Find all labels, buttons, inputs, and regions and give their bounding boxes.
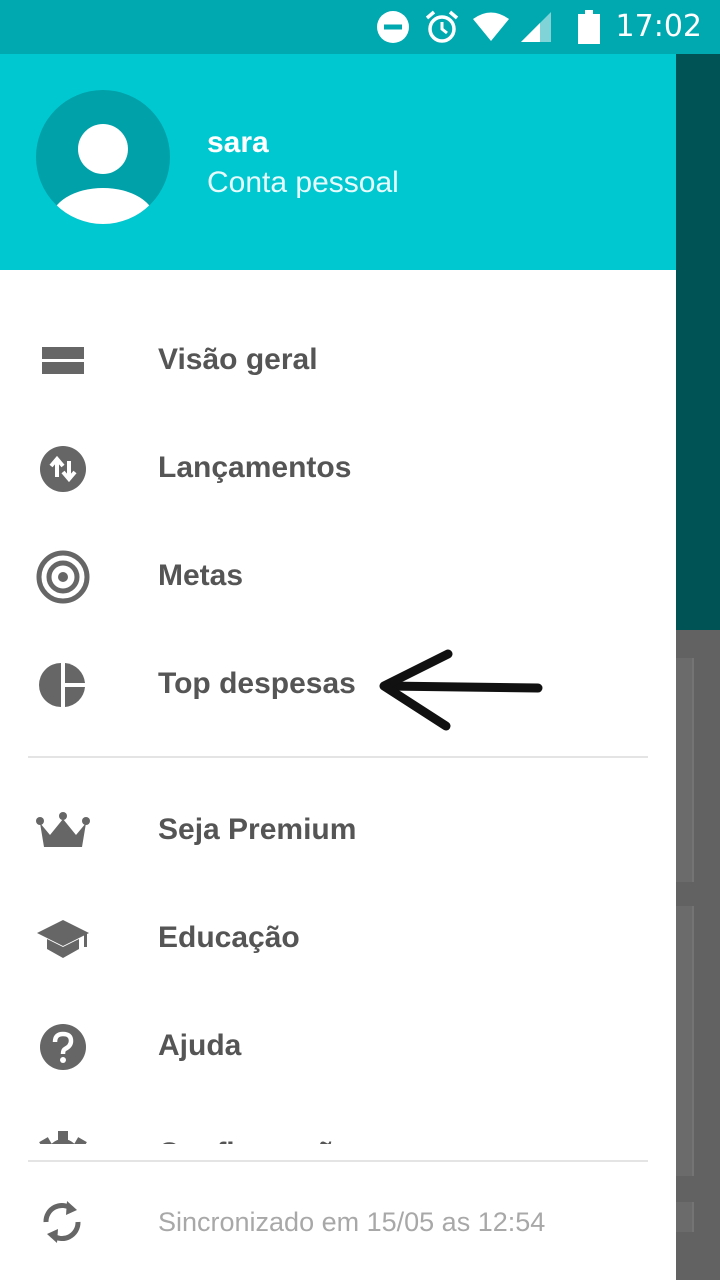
alarm-icon [424, 0, 460, 54]
help-icon [36, 1020, 90, 1074]
background-app-scrim[interactable] [676, 54, 720, 1280]
status-time: 17:02 [615, 9, 702, 44]
menu-item-label: Educação [158, 921, 300, 954]
background-card [676, 906, 694, 1176]
menu-item-label: Configurações [158, 1100, 368, 1144]
menu-item-label: Visão geral [158, 343, 318, 376]
sync-footer[interactable]: Sincronizado em 15/05 as 12:54 [0, 1162, 676, 1280]
menu-item-top-expenses[interactable]: Top despesas [0, 630, 676, 738]
menu-item-label: Metas [158, 559, 244, 592]
menu-item-goals[interactable]: Metas [0, 522, 676, 630]
menu-item-education[interactable]: Educação [0, 884, 676, 992]
wifi-icon [472, 0, 510, 54]
target-icon [36, 550, 90, 604]
do-not-disturb-icon [376, 0, 410, 54]
menu-item-transactions[interactable]: Lançamentos [0, 414, 676, 522]
annotation-arrow [379, 649, 543, 731]
sync-icon[interactable] [36, 1196, 88, 1248]
background-header [676, 54, 720, 630]
menu-scroll-area[interactable]: Visão geral Lançamentos Metas Top despes… [0, 54, 676, 1144]
crown-icon [36, 804, 90, 858]
overview-icon [36, 334, 90, 388]
background-card [676, 658, 694, 882]
settings-icon [36, 1128, 90, 1144]
navigation-drawer: sara Conta pessoal Visão geral Lançament… [0, 54, 676, 1280]
menu-item-label: Ajuda [158, 1029, 242, 1062]
menu-item-label: Lançamentos [158, 451, 352, 484]
background-content [676, 630, 720, 1280]
background-card [676, 1202, 694, 1232]
menu-item-overview[interactable]: Visão geral [0, 306, 676, 414]
menu-item-premium[interactable]: Seja Premium [0, 776, 676, 884]
menu-item-label: Top despesas [158, 667, 356, 700]
pie-chart-icon [36, 658, 90, 712]
transactions-icon [36, 442, 90, 496]
menu-divider [28, 756, 648, 758]
cellular-signal-icon [520, 0, 552, 54]
graduation-cap-icon [36, 912, 90, 966]
battery-icon [578, 0, 600, 54]
status-bar: 17:02 [0, 0, 720, 54]
sync-status-text: Sincronizado em 15/05 as 12:54 [158, 1207, 546, 1237]
menu-item-label: Seja Premium [158, 813, 357, 846]
menu-item-help[interactable]: Ajuda [0, 992, 676, 1100]
menu-item-settings[interactable]: Configurações [0, 1100, 676, 1144]
